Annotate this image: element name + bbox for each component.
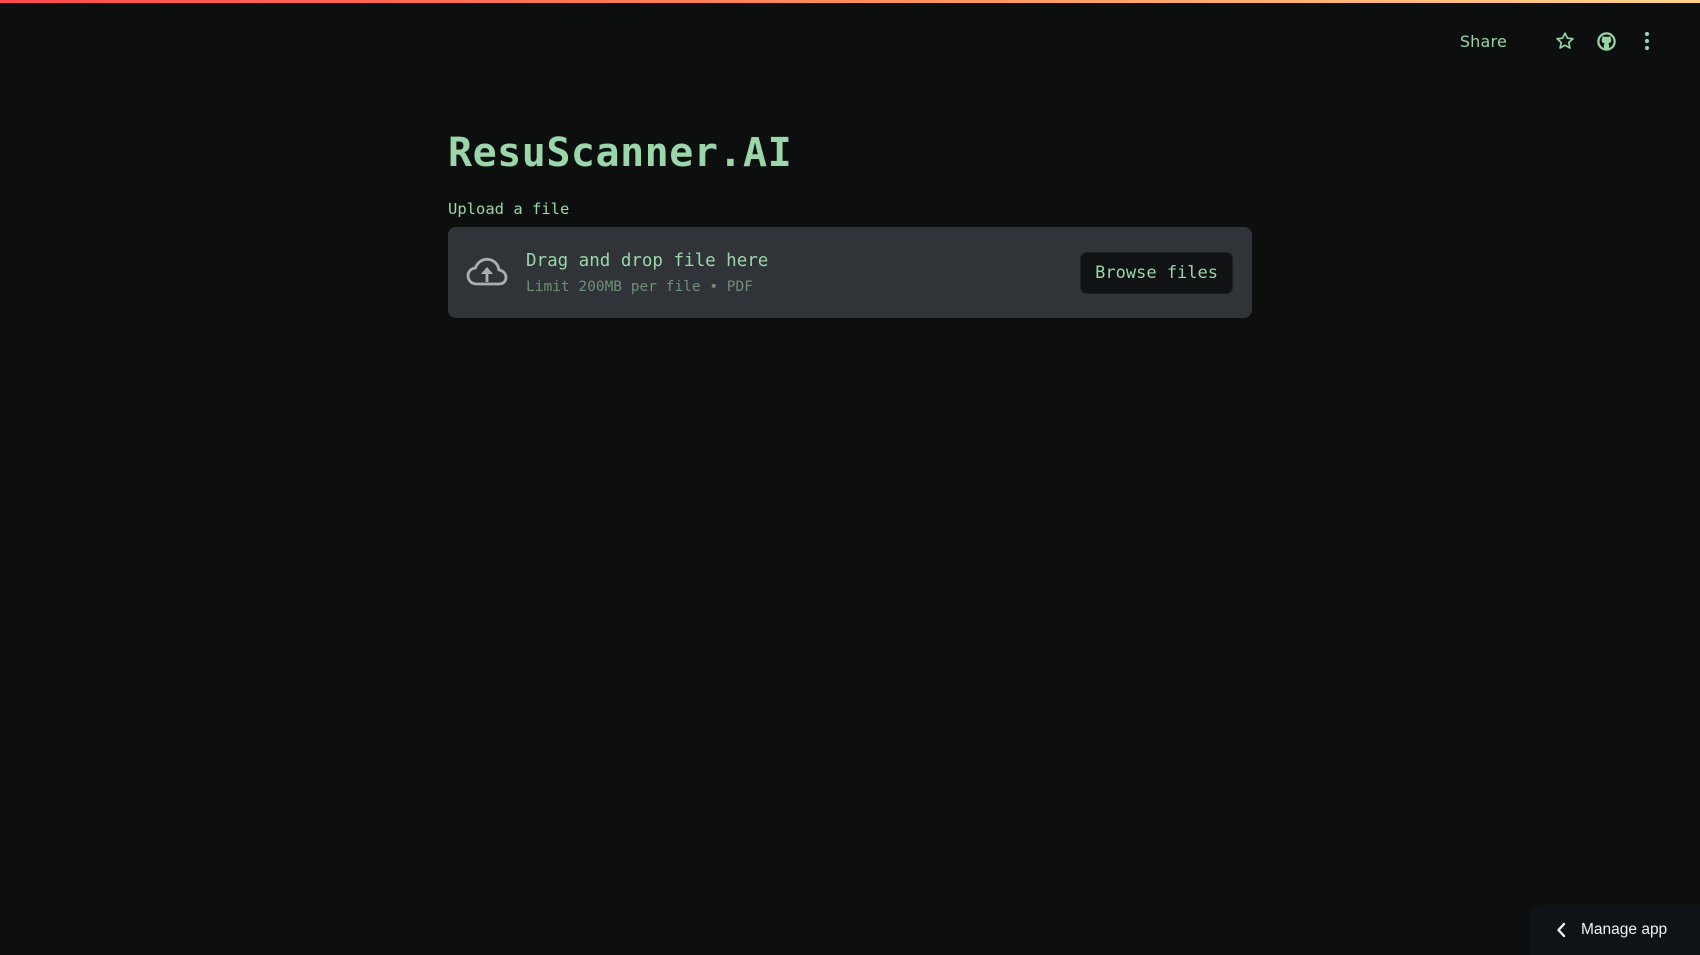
dropzone-text: Drag and drop file here Limit 200MB per …	[526, 249, 1080, 297]
manage-app-button[interactable]: Manage app	[1530, 905, 1700, 955]
more-vertical-icon[interactable]	[1636, 30, 1658, 52]
upload-label: Upload a file	[448, 200, 570, 218]
browse-files-button[interactable]: Browse files	[1080, 251, 1233, 294]
dropzone-title: Drag and drop file here	[526, 250, 769, 271]
manage-app-label: Manage app	[1581, 921, 1668, 938]
app-toolbar: Share	[1454, 24, 1658, 58]
top-decoration-bar	[0, 0, 1700, 3]
share-button[interactable]: Share	[1454, 28, 1513, 55]
chevron-left-icon	[1556, 922, 1566, 938]
cloud-upload-icon	[464, 250, 510, 296]
main-content: ResuScanner.AI Upload a file Drag and dr…	[448, 124, 1252, 318]
file-dropzone[interactable]: Drag and drop file here Limit 200MB per …	[448, 227, 1252, 318]
github-icon[interactable]	[1595, 30, 1617, 52]
dropzone-limit: Limit 200MB per file • PDF	[526, 278, 753, 295]
star-icon[interactable]	[1554, 30, 1576, 52]
page-title: ResuScanner.AI	[448, 130, 793, 176]
